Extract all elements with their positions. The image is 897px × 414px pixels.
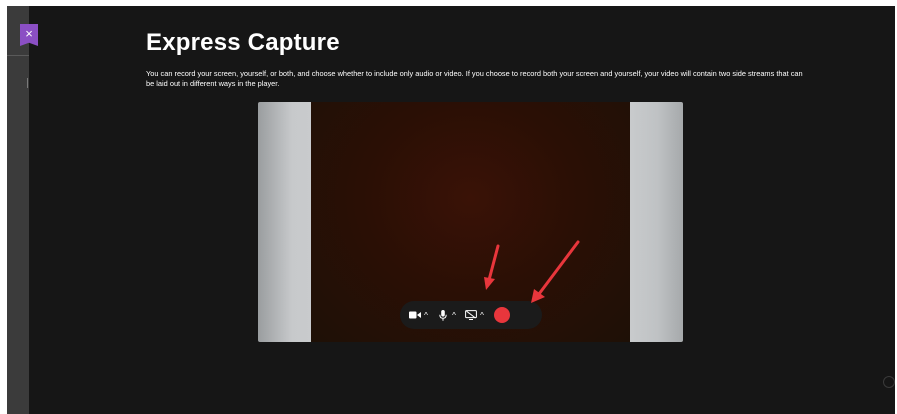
- help-icon[interactable]: [883, 376, 895, 388]
- rail-divider: [7, 55, 29, 56]
- camera-toggle-button[interactable]: [408, 305, 422, 325]
- screen-options-caret[interactable]: ^: [478, 311, 486, 320]
- microphone-options-caret[interactable]: ^: [450, 311, 458, 320]
- microphone-toggle-button[interactable]: [436, 305, 450, 325]
- left-rail: [7, 6, 29, 414]
- rail-tick: [27, 78, 28, 88]
- capture-preview: ^ ^ ^: [258, 102, 683, 342]
- screen-share-toggle-button[interactable]: [464, 305, 478, 325]
- page-description: You can record your screen, yourself, or…: [146, 69, 803, 88]
- capture-toolbar: ^ ^ ^: [400, 301, 542, 329]
- page-title: Express Capture: [146, 29, 340, 56]
- camera-options-caret[interactable]: ^: [422, 311, 430, 320]
- screen-share-off-icon: [465, 310, 477, 320]
- microphone-icon: [439, 309, 447, 321]
- camera-icon: [409, 311, 421, 319]
- app-frame: × Express Capture You can record your sc…: [7, 6, 895, 414]
- close-icon: ×: [25, 26, 33, 41]
- close-button[interactable]: ×: [20, 24, 38, 46]
- record-button[interactable]: [494, 307, 510, 323]
